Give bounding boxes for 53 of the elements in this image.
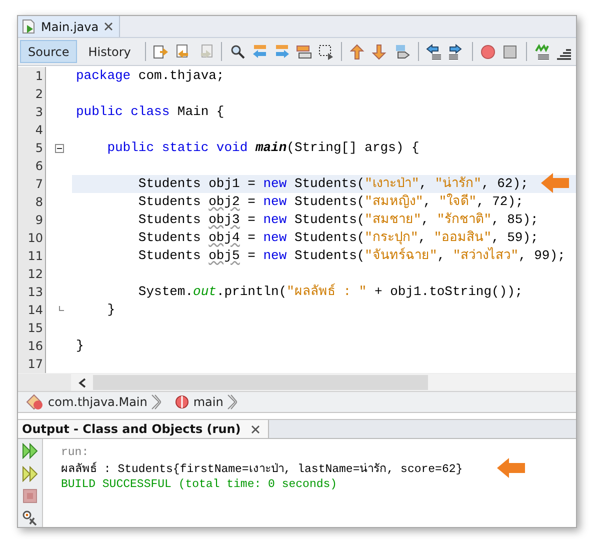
settings-icon[interactable] bbox=[22, 510, 38, 526]
collapse-icon[interactable] bbox=[54, 144, 64, 152]
line-number: 11 bbox=[18, 247, 45, 265]
close-icon[interactable] bbox=[250, 424, 260, 434]
chevron-icon bbox=[151, 394, 162, 410]
code-line: public static void main(String[] args) { bbox=[106, 139, 420, 157]
line-number: 6 bbox=[18, 157, 45, 175]
line-number: 3 bbox=[18, 103, 45, 121]
line-number: 16 bbox=[18, 337, 45, 355]
output-tab[interactable]: Output - Class and Objects (run) bbox=[18, 420, 269, 438]
line-number: 7 bbox=[18, 175, 45, 193]
breadcrumb-item[interactable]: main bbox=[193, 395, 224, 409]
horizontal-scrollbar[interactable] bbox=[18, 373, 576, 391]
comment-icon[interactable] bbox=[532, 42, 552, 62]
line-number: 13 bbox=[18, 283, 45, 301]
line-number: 10 bbox=[18, 229, 45, 247]
line-number: 12 bbox=[18, 265, 45, 283]
editor-tab[interactable]: Main.java bbox=[18, 16, 120, 37]
code-line: Students obj3 = new Students("สมชาย", "รักชาติ", 85); bbox=[137, 211, 540, 229]
output-line: ผลลัพธ์ : Students{firstName=เงาะป่า, lastName=น่ารัก, score=62} bbox=[61, 460, 463, 477]
scrollbar-thumb[interactable] bbox=[93, 375, 428, 390]
close-icon[interactable] bbox=[104, 22, 113, 31]
java-file-icon bbox=[22, 19, 36, 34]
editor-tab-title: Main.java bbox=[41, 20, 99, 34]
output-line: BUILD SUCCESSFUL (total time: 0 seconds) bbox=[61, 478, 338, 490]
breadcrumb-item[interactable]: com.thjava.Main bbox=[48, 395, 148, 409]
code-line: package com.thjava; bbox=[75, 67, 226, 85]
line-number: 14 bbox=[18, 301, 45, 319]
class-icon bbox=[26, 394, 44, 410]
code-line: System.out.println("ผลลัพธ์ : " + obj1.toString()); bbox=[137, 283, 524, 301]
code-line: } bbox=[106, 301, 116, 319]
line-number: 8 bbox=[18, 193, 45, 211]
line-number: 15 bbox=[18, 319, 45, 337]
view-tab[interactable]: History bbox=[80, 40, 139, 63]
code-line: public class Main { bbox=[75, 103, 226, 121]
code-line: Students obj4 = new Students("กระปุก", "ออมสิน", 59); bbox=[137, 229, 540, 247]
rerun-icon[interactable] bbox=[22, 443, 38, 459]
method-icon bbox=[175, 395, 190, 409]
line-number: 4 bbox=[18, 121, 45, 139]
line-number: 1 bbox=[18, 67, 45, 85]
rerun-icon[interactable] bbox=[22, 466, 38, 482]
chevron-icon bbox=[227, 394, 238, 410]
view-tab[interactable]: Source bbox=[20, 40, 78, 63]
line-number: 5 bbox=[18, 139, 45, 157]
code-line: } bbox=[75, 337, 85, 355]
line-number: 2 bbox=[18, 85, 45, 103]
code-line: Students obj5 = new Students("จันทร์ฉาย", "สว่างไสว", 99); bbox=[137, 247, 566, 265]
output-tab-title: Output - Class and Objects (run) bbox=[22, 422, 241, 436]
code-line: Students obj2 = new Students("สมหญิง", "ใจดี", 72); bbox=[137, 193, 524, 211]
line-number: 17 bbox=[18, 355, 45, 373]
shift-left-icon[interactable] bbox=[424, 42, 444, 62]
output-line: run: bbox=[61, 446, 89, 458]
line-number: 9 bbox=[18, 211, 45, 229]
